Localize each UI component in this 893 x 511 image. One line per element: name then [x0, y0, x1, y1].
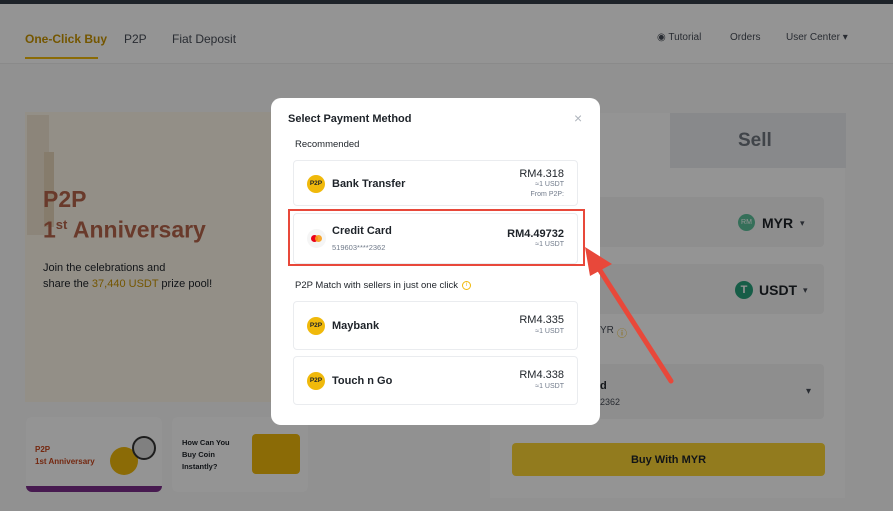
payment-option-touch-n-go[interactable]: P2P Touch n Go RM4.338 ≈1 USDT [293, 356, 578, 405]
p2p-match-label: P2P Match with sellers in just one click… [295, 280, 471, 291]
p2p-icon: P2P [307, 372, 325, 390]
payment-option-maybank[interactable]: P2P Maybank RM4.335 ≈1 USDT [293, 301, 578, 350]
p2p-icon: P2P [307, 317, 325, 335]
option-rate: ≈1 USDT [535, 328, 564, 335]
option-source: From P2P: [530, 191, 564, 198]
p2p-icon: P2P [307, 175, 325, 193]
option-name: Bank Transfer [332, 178, 406, 190]
option-price: RM4.338 [519, 369, 564, 381]
option-rate: ≈1 USDT [535, 181, 564, 188]
option-name: Maybank [332, 320, 380, 332]
option-name: Touch n Go [332, 375, 393, 387]
option-price: RM4.318 [519, 168, 564, 180]
payment-option-bank-transfer[interactable]: P2P Bank Transfer RM4.318 ≈1 USDT From P… [293, 160, 578, 206]
annotation-highlight-box [288, 209, 585, 266]
recommended-label: Recommended [295, 139, 360, 150]
dialog-title: Select Payment Method [288, 113, 412, 125]
info-icon[interactable]: i [461, 280, 471, 290]
option-price: RM4.335 [519, 314, 564, 326]
option-rate: ≈1 USDT [535, 383, 564, 390]
close-icon[interactable]: × [574, 110, 582, 126]
